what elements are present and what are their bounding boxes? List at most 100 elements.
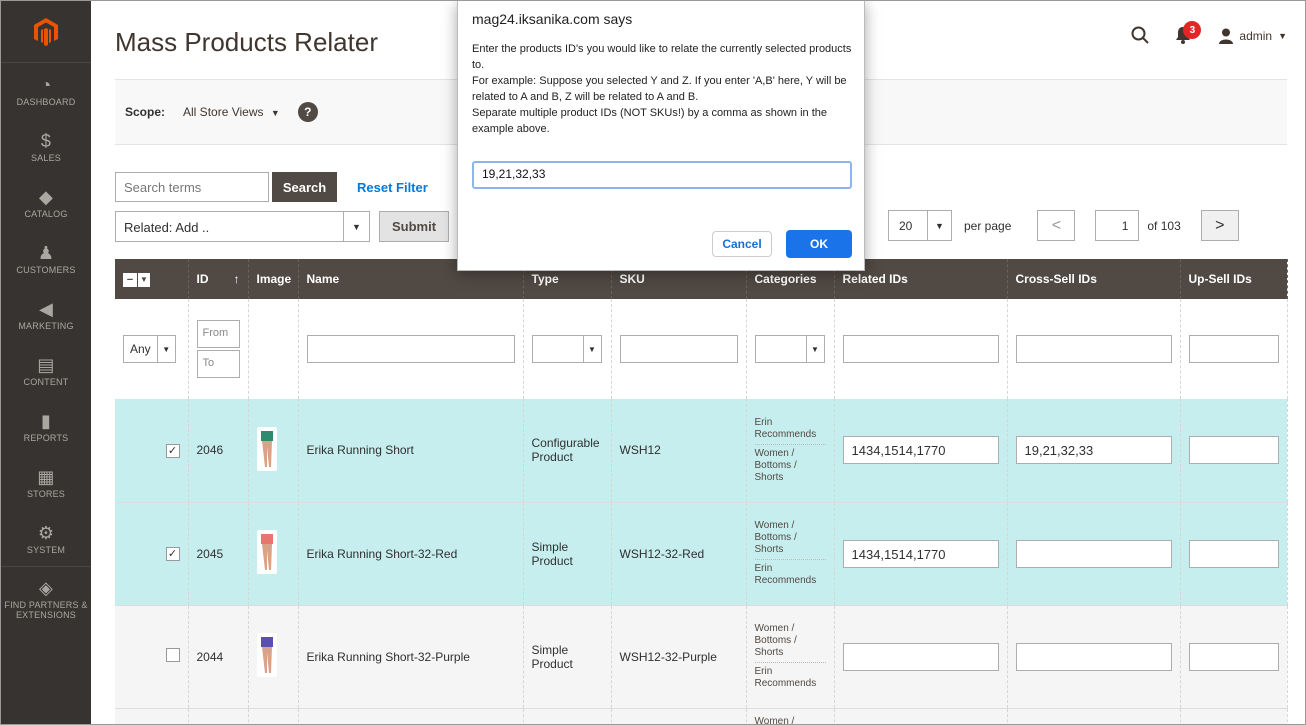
search-button[interactable]: Search [272,172,337,202]
id-to-input[interactable]: To [196,350,240,378]
product-name: Erika Running Short-32-Red [298,502,524,606]
category-entry: Women / Bottoms / Shorts [754,517,826,560]
dialog-message-line: Separate multiple product IDs (NOT SKUs!… [472,107,827,135]
mass-select-dropdown[interactable]: − ▼ [123,272,150,287]
cancel-button[interactable]: Cancel [712,231,772,257]
sidebar-item-stores[interactable]: ▦ STORES [1,455,91,511]
dollar-icon: $ [40,131,52,151]
table-row[interactable]: Women / [115,708,1288,725]
product-name: Erika Running Short-32-Purple [298,605,524,709]
megaphone-icon: ◀ [38,299,54,319]
sidebar-item-partners[interactable]: ◈ FIND PARTNERS & EXTENSIONS [1,567,91,631]
row-checkbox[interactable] [165,648,180,662]
sidebar-item-marketing[interactable]: ◀ MARKETING [1,287,91,343]
categories-filter-select[interactable]: ▼ [754,335,825,363]
sidebar-item-system[interactable]: ⚙ SYSTEM [1,511,91,567]
scope-dropdown[interactable]: All Store Views ▼ [183,105,280,119]
select-filter-dropdown[interactable]: Any ▼ [123,335,176,363]
minus-icon: − [123,272,137,287]
related-ids-input[interactable] [842,642,999,671]
product-sku: WSH12-32-Purple [611,605,747,709]
column-header-image: Image [248,259,299,299]
product-thumbnail [256,426,277,471]
product-id: 2044 [188,605,249,709]
sidebar-item-customers[interactable]: ♟ CUSTOMERS [1,231,91,287]
type-filter-select[interactable]: ▼ [531,335,602,363]
admin-sidebar: ◔ DASHBOARD $ SALES ◆ CATALOG ♟ CUSTOMER… [1,1,91,724]
table-row[interactable]: 2044 Erika Running Short-32-Purple Simpl… [115,605,1288,709]
sku-filter-input[interactable] [619,335,738,363]
row-checkbox[interactable]: ✓ [165,443,180,458]
magento-logo-icon [34,17,58,46]
sidebar-item-content[interactable]: ▤ CONTENT [1,343,91,399]
sidebar-item-dashboard[interactable]: ◔ DASHBOARD [1,63,91,119]
crosssell-ids-input[interactable] [1015,539,1172,568]
submit-button[interactable]: Submit [379,211,449,242]
sidebar-item-reports[interactable]: ▮ REPORTS [1,399,91,455]
table-row[interactable]: ✓ 2046 Erika Running Short Configurable … [115,399,1288,503]
layout-icon: ▤ [37,355,55,375]
sidebar-item-label: MARKETING [18,321,74,331]
mass-action-select[interactable]: Related: Add .. ▼ [115,211,370,242]
crosssell-ids-input[interactable]: 19,21,32,33 [1015,436,1172,465]
caret-down-icon: ▼ [582,336,601,362]
upsell-ids-input[interactable] [1188,642,1279,671]
magento-logo[interactable] [1,1,91,63]
search-icon[interactable] [1131,26,1150,47]
reset-filter-link[interactable]: Reset Filter [357,180,428,195]
upsell-filter-input[interactable] [1188,335,1279,363]
crosssell-filter-input[interactable] [1015,335,1172,363]
notifications-button[interactable]: 3 [1173,21,1202,47]
column-header-id[interactable]: ID ↑ [188,259,249,299]
caret-down-icon: ▼ [1278,31,1287,41]
name-filter-input[interactable] [306,335,515,363]
caret-down-icon: ▼ [805,336,824,362]
dialog-input[interactable]: 19,21,32,33 [472,161,852,189]
product-sku: WSH12-32-Red [611,502,747,606]
category-entry: Women / Bottoms / Shorts [754,447,797,483]
sidebar-item-label: SYSTEM [26,544,66,555]
dialog-title: mag24.iksanika.com says [472,11,633,27]
admin-user-menu[interactable]: admin ▼ [1219,28,1287,44]
table-row[interactable]: ✓ 2045 Erika Running Short-32-Red Simple… [115,502,1288,606]
column-header-crosssell[interactable]: Cross-Sell IDs [1007,259,1181,299]
per-page-select[interactable]: 20 ▼ [888,210,952,241]
upsell-ids-input[interactable] [1188,436,1279,465]
person-icon: ♟ [37,243,55,263]
product-id: 2045 [188,502,249,606]
page-number-input[interactable]: 1 [1095,210,1140,241]
search-input[interactable]: Search terms [115,172,269,202]
product-type: Simple Product [523,605,612,709]
page-title: Mass Products Relater [115,27,378,57]
id-from-input[interactable]: From [196,320,240,348]
app-window: ◔ DASHBOARD $ SALES ◆ CATALOG ♟ CUSTOMER… [0,0,1306,725]
header-actions: 3 admin ▼ [1131,21,1287,47]
related-ids-input[interactable]: 1434,1514,1770 [842,539,999,568]
product-type: Simple Product [523,502,612,606]
sidebar-item-label: SALES [30,153,62,163]
caret-down-icon: ▼ [927,211,951,240]
column-header-upsell[interactable]: Up-Sell IDs [1180,259,1288,299]
dialog-message-line: For example: Suppose you selected Y and … [472,75,847,103]
user-icon [1219,28,1234,44]
sidebar-item-catalog[interactable]: ◆ CATALOG [1,175,91,231]
product-categories: Women / Bottoms / Shorts Erin Recommends [754,620,826,693]
mass-select-header[interactable]: − ▼ [115,259,189,299]
dashboard-icon: ◔ [40,75,52,95]
caret-down-icon: ▼ [138,272,150,287]
crosssell-ids-input[interactable] [1015,642,1172,671]
product-sku: WSH12 [611,399,747,503]
related-filter-input[interactable] [842,335,999,363]
category-entry: Women / [754,715,795,725]
help-icon[interactable]: ? [297,102,318,122]
next-page-button[interactable]: > [1200,210,1239,241]
sidebar-item-sales[interactable]: $ SALES [1,119,91,175]
row-checkbox[interactable]: ✓ [165,546,180,561]
ok-button[interactable]: OK [786,230,852,258]
upsell-ids-input[interactable] [1188,539,1279,568]
dialog-message: Enter the products ID's you would like t… [472,41,858,137]
sidebar-item-label: FIND PARTNERS & EXTENSIONS [4,600,88,620]
prev-page-button[interactable]: < [1037,210,1076,241]
related-ids-input[interactable]: 1434,1514,1770 [842,436,999,465]
gear-icon: ⚙ [37,522,55,543]
